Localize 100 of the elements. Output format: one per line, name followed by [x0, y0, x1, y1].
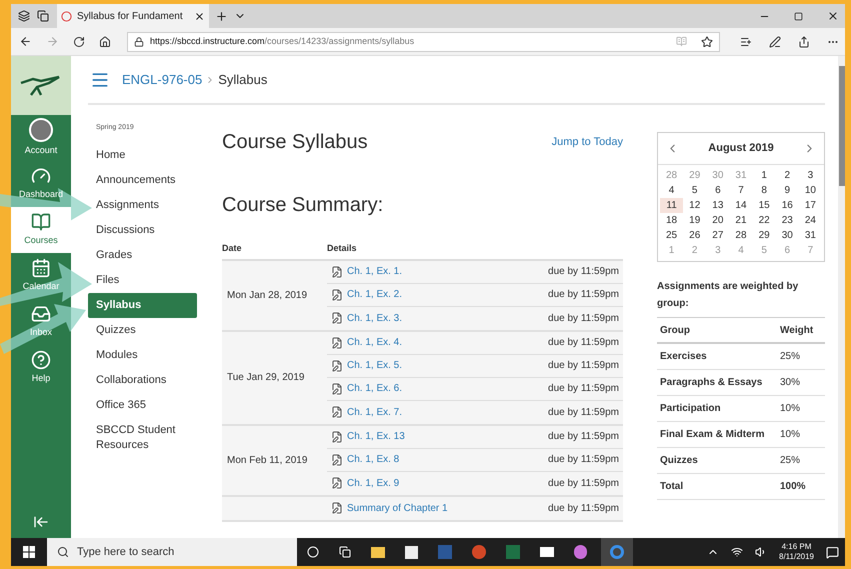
assignment-link[interactable]: Ch. 1, Ex. 2. [347, 287, 548, 302]
course-nav-item[interactable]: Assignments [88, 192, 197, 218]
home-icon[interactable] [99, 36, 111, 48]
calendar-day[interactable]: 6 [706, 183, 730, 198]
section-title: Course Summary: [222, 193, 384, 218]
course-nav-item[interactable]: Announcements [88, 168, 197, 192]
date-cell-text: Mon Feb 11, 2019 [226, 454, 308, 468]
refresh-icon[interactable] [73, 36, 85, 48]
star-icon[interactable] [701, 36, 713, 48]
calendar-day[interactable]: 16 [776, 198, 799, 213]
column-header: Date [222, 242, 243, 255]
windows-logo-icon[interactable] [23, 546, 35, 558]
course-nav-item[interactable]: SBCCD Student Resources [88, 418, 197, 458]
calendar-day[interactable]: 12 [683, 198, 706, 213]
weight-cell-text: 25% [780, 350, 802, 364]
calendar-day[interactable]: 25 [660, 228, 684, 243]
calendar-day[interactable]: 26 [683, 228, 706, 243]
calendar-day[interactable]: 28 [729, 228, 753, 243]
notifications-icon[interactable] [826, 546, 839, 558]
new-tab-icon[interactable] [215, 10, 228, 22]
due-time: due by 11:59pm [548, 312, 620, 326]
course-nav-item[interactable]: Collaborations [88, 368, 197, 392]
back-icon[interactable] [19, 35, 32, 48]
tab-aside-icon[interactable] [37, 10, 49, 22]
share-icon[interactable] [798, 36, 810, 48]
calendar-day[interactable]: 23 [776, 213, 799, 228]
pen-icon[interactable] [769, 36, 781, 48]
assignment-link[interactable]: Ch. 1, Ex. 8 [347, 452, 548, 467]
favorites-icon[interactable] [740, 36, 752, 48]
global-nav-item[interactable]: Dashboard [11, 161, 71, 207]
assignment-link[interactable]: Ch. 1, Ex. 5. [347, 358, 548, 373]
calendar-day[interactable]: 14 [729, 198, 753, 213]
calendar-day[interactable]: 1 [752, 168, 776, 183]
assignment-icon [331, 360, 343, 372]
course-nav-item[interactable]: Home [88, 142, 197, 168]
url-text: https://sbccd.instructure.com/courses/14233/assignments/syllabus [150, 34, 416, 48]
calendar-day[interactable]: 2 [776, 168, 799, 183]
calendar-day[interactable]: 10 [798, 183, 822, 198]
global-nav-item[interactable]: Courses [11, 207, 71, 253]
calendar-day[interactable]: 13 [706, 198, 730, 213]
browser-tab[interactable]: Syllabus for Fundament [57, 4, 209, 28]
group-cell-text: Exercises [660, 350, 708, 364]
calendar-day[interactable]: 24 [798, 213, 822, 228]
global-nav-item[interactable]: Account [11, 115, 71, 161]
course-nav-item[interactable]: Discussions [88, 218, 197, 242]
assignment-icon [331, 312, 343, 324]
assignment-link[interactable]: Ch. 1, Ex. 3. [347, 310, 548, 326]
collapse-icon[interactable] [33, 514, 49, 530]
assignment-link[interactable]: Ch. 1, Ex. 6. [347, 381, 548, 396]
date-cell-text: Mon Jan 28, 2019 [226, 288, 308, 302]
calendar-day[interactable]: 20 [706, 213, 730, 228]
assignment-link[interactable]: Ch. 1, Ex. 4. [347, 335, 548, 350]
calendar-day[interactable]: 18 [660, 213, 684, 228]
calendar-day[interactable]: 8 [752, 183, 776, 198]
clock-time[interactable]: 4:16 PM [782, 542, 812, 552]
calendar-day[interactable]: 27 [706, 228, 730, 243]
close-icon[interactable] [827, 10, 839, 22]
calendar-day[interactable]: 5 [683, 183, 706, 198]
jump-to-today-link[interactable]: Jump to Today [552, 134, 623, 150]
course-nav-item[interactable]: Files [88, 268, 197, 292]
calendar-day[interactable]: 3 [798, 168, 822, 183]
course-nav-item[interactable]: Quizzes [88, 318, 197, 342]
calendar-day[interactable]: 9 [776, 183, 799, 198]
calendar-day[interactable]: 21 [729, 213, 753, 228]
course-nav-item[interactable]: Modules [88, 342, 197, 368]
calendar-day[interactable]: 30 [776, 228, 799, 243]
due-time: due by 11:59pm [548, 476, 620, 490]
calendar-day[interactable]: 22 [752, 213, 776, 228]
task-view-icon[interactable] [339, 546, 351, 558]
restore-icon[interactable] [794, 12, 803, 20]
volume-icon[interactable] [755, 546, 767, 558]
logo-drawing[interactable] [11, 56, 71, 115]
column-header: Details [327, 242, 357, 255]
calendar-day[interactable]: 15 [752, 198, 776, 213]
assignment-link[interactable]: Ch. 1, Ex. 7. [347, 404, 548, 420]
address-field[interactable]: https://sbccd.instructure.com/courses/14233/assignments/syllabus [127, 32, 720, 52]
global-nav-item[interactable]: Help [11, 345, 71, 391]
taskbar-search-field[interactable]: Type here to search [47, 538, 297, 566]
close-icon[interactable] [194, 10, 205, 22]
calendar-day[interactable]: 19 [683, 213, 706, 228]
clock-date[interactable]: 8/11/2019 [779, 552, 814, 562]
tabs-icon[interactable] [18, 10, 30, 22]
assignment-link[interactable]: Ch. 1, Ex. 1. [347, 264, 548, 279]
calendar-day[interactable]: 29 [752, 228, 776, 243]
scrollbar[interactable] [838, 56, 845, 538]
course-nav-item[interactable]: Syllabus [88, 292, 197, 318]
breadcrumb-link[interactable]: ENGL-976-05 [122, 70, 202, 90]
assignment-icon [331, 430, 343, 442]
assignment-link[interactable]: Ch. 1, Ex. 9 [347, 476, 548, 490]
assignment-link[interactable]: Summary of Chapter 1 [347, 500, 548, 516]
assignment-icon [331, 382, 343, 394]
course-nav-item[interactable]: Office 365 [88, 392, 197, 418]
calendar-day[interactable]: 11 [660, 198, 684, 213]
cortana-icon[interactable] [307, 546, 319, 558]
assignment-link[interactable]: Ch. 1, Ex. 13 [347, 429, 548, 444]
calendar-day[interactable]: 17 [798, 198, 822, 213]
calendar-day[interactable]: 7 [729, 183, 753, 198]
calendar-day[interactable]: 31 [798, 228, 822, 243]
calendar-day[interactable]: 4 [660, 183, 684, 198]
course-nav-item[interactable]: Grades [88, 242, 197, 268]
